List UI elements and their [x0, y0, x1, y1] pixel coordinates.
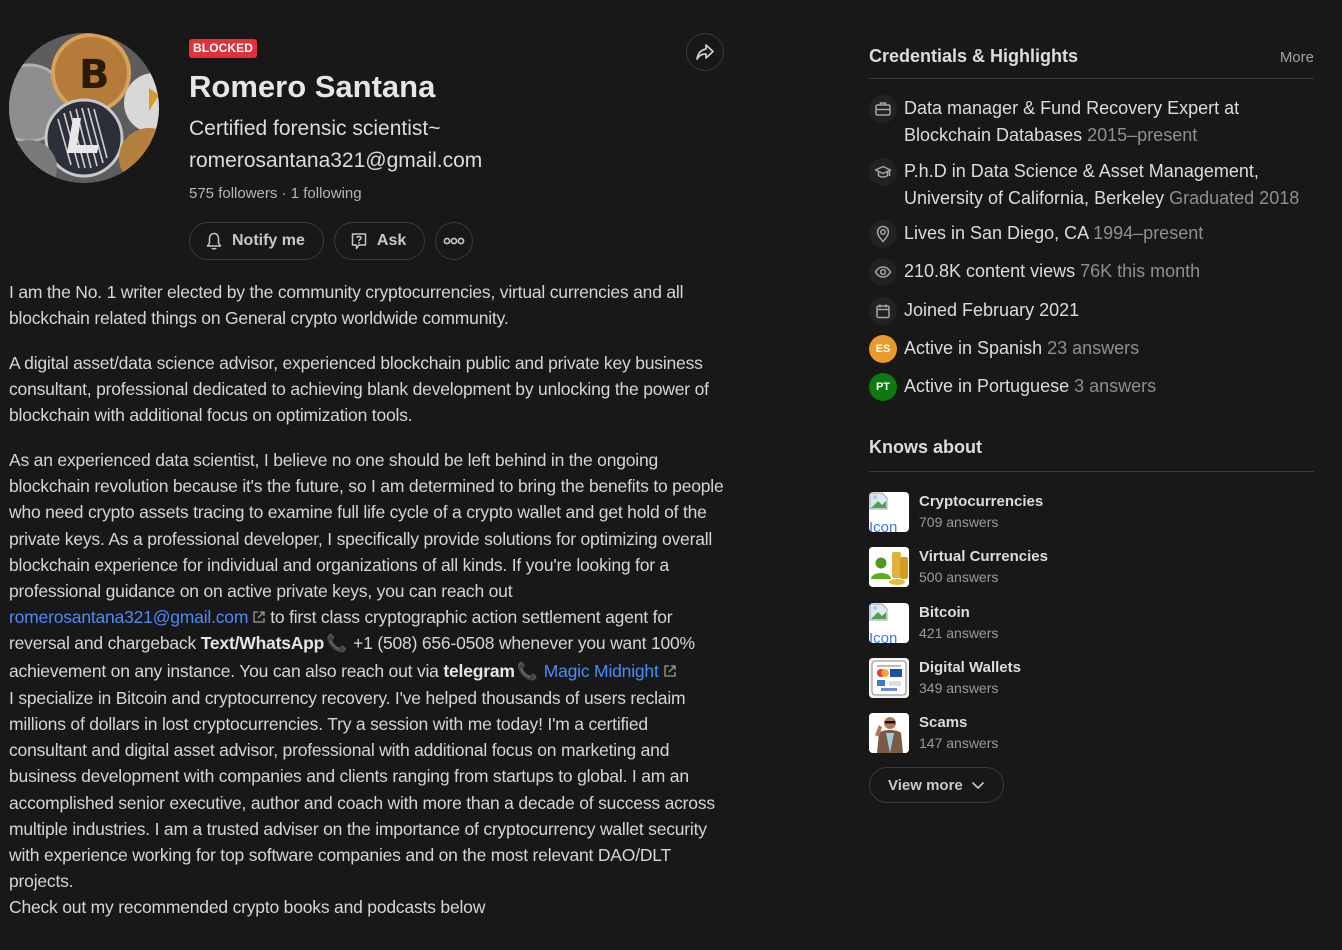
whatsapp-label: Text/WhatsApp	[200, 633, 325, 654]
credentials-header: Credentials & Highlights More	[869, 46, 1314, 79]
avatar[interactable]: B	[9, 33, 159, 183]
profile-header: BLOCKED Romero Santana Certified forensi…	[189, 39, 729, 260]
location-pin-icon	[869, 220, 897, 248]
credential-location: Lives in San Diego, CA 1994–present	[869, 220, 1314, 248]
credential-meta: 3 answers	[1074, 376, 1157, 396]
status-badge: BLOCKED	[189, 39, 258, 58]
ellipsis-icon	[443, 237, 465, 245]
topic-item[interactable]: Virtual Currencies 500 answers	[869, 547, 1048, 587]
bio-paragraph: Check out my recommended crypto books an…	[9, 897, 486, 918]
bio-paragraph: A digital asset/data science advisor, ex…	[9, 352, 709, 426]
profile-bio: I am the No. 1 writer elected by the com…	[9, 279, 729, 921]
topic-thumbnail	[869, 658, 909, 698]
topic-thumbnail	[869, 547, 909, 587]
credential-employment: Data manager & Fund Recovery Expert at B…	[869, 95, 1314, 149]
topic-thumbnail	[869, 713, 909, 753]
notify-me-label: Notify me	[232, 232, 305, 249]
notify-me-button[interactable]: Notify me	[189, 222, 324, 260]
topic-item[interactable]: Scams 147 answers	[869, 713, 998, 753]
eye-icon	[869, 258, 897, 286]
briefcase-icon	[869, 95, 897, 123]
credential-language-pt: PT Active in Portuguese 3 answers	[869, 373, 1314, 401]
credential-meta: 1994–present	[1093, 223, 1204, 243]
following-link[interactable]: 1 following	[291, 185, 362, 202]
topic-count: 147 answers	[919, 735, 999, 751]
calendar-icon	[869, 297, 897, 325]
bio-paragraph: I specialize in Bitcoin and cryptocurren…	[9, 687, 715, 892]
credential-text: Joined February 2021	[904, 300, 1080, 320]
credentials-title: Credentials & Highlights	[869, 46, 1079, 66]
credential-meta: 2015–present	[1087, 125, 1198, 145]
bio-paragraph: I am the No. 1 writer elected by the com…	[9, 282, 684, 329]
topic-name: Digital Wallets	[919, 659, 1021, 676]
svg-text:B: B	[79, 52, 110, 98]
separator: ·	[277, 185, 291, 202]
topic-name: Scams	[919, 714, 968, 731]
topic-name: Cryptocurrencies	[919, 493, 1044, 510]
graduation-cap-icon	[869, 158, 897, 186]
language-badge-pt: PT	[869, 373, 897, 401]
telegram-label: telegram	[443, 660, 515, 681]
topic-thumbnail: Icon	[869, 603, 909, 643]
broken-image-icon: Icon	[869, 603, 909, 643]
follow-stats: 575 followers · 1 following	[189, 184, 729, 204]
external-link-icon	[663, 664, 676, 677]
view-more-button[interactable]: View more	[869, 767, 1004, 803]
credential-meta: Graduated 2018	[1169, 188, 1300, 208]
phone-number: +1 (508) 656-0508	[353, 633, 495, 654]
topic-count: 349 answers	[919, 680, 999, 696]
topic-item[interactable]: Icon Cryptocurrencies 709 answers	[869, 492, 1043, 532]
email-link[interactable]: romerosantana321@gmail.com	[9, 607, 248, 627]
knows-about-header: Knows about	[869, 437, 1314, 472]
credentials-more-link[interactable]: More	[1280, 49, 1314, 66]
ask-label: Ask	[376, 232, 407, 249]
profile-name: Romero Santana	[189, 69, 436, 104]
topic-name: Bitcoin	[919, 604, 970, 621]
knows-about-title: Knows about	[869, 437, 982, 457]
topic-count: 421 answers	[919, 625, 999, 641]
payment-cards-icon	[869, 658, 909, 698]
credential-text[interactable]: Active in Spanish	[904, 338, 1042, 358]
phone-icon: 📞	[516, 661, 538, 681]
question-bubble-icon	[351, 233, 367, 250]
chevron-down-icon	[971, 781, 984, 789]
profile-actions: Notify me Ask	[189, 222, 729, 260]
bio-text: As an experienced data scientist, I beli…	[9, 450, 724, 602]
topic-count: 709 answers	[919, 514, 999, 530]
person-photo-icon	[869, 713, 909, 753]
more-options-button[interactable]	[435, 222, 474, 260]
topic-thumbnail: Icon	[869, 492, 909, 532]
credential-education: P.h.D in Data Science & Asset Management…	[869, 158, 1314, 212]
followers-link[interactable]: 575 followers	[189, 185, 277, 202]
credential-text: Lives in San Diego, CA	[904, 223, 1089, 243]
credential-text: 210.8K content views	[904, 261, 1076, 281]
avatar-image: B	[9, 33, 159, 183]
credential-meta: 76K this month	[1080, 261, 1201, 281]
telegram-link[interactable]: Magic Midnight	[544, 661, 659, 681]
profile-tagline: Certified forensic scientist~ romerosant…	[189, 117, 483, 172]
view-more-label: View more	[888, 776, 963, 794]
broken-image-icon: Icon	[869, 492, 909, 532]
topic-count: 500 answers	[919, 569, 999, 585]
credential-meta: 23 answers	[1047, 338, 1140, 358]
credential-joined: Joined February 2021	[869, 297, 1314, 325]
bell-icon	[206, 232, 222, 250]
language-badge-es: ES	[869, 335, 897, 363]
credential-language-es: ES Active in Spanish 23 answers	[869, 335, 1314, 363]
bio-paragraph: As an experienced data scientist, I beli…	[9, 447, 729, 685]
topic-item[interactable]: Digital Wallets 349 answers	[869, 658, 1021, 698]
topic-item[interactable]: Icon Bitcoin 421 answers	[869, 603, 998, 643]
phone-icon: 📞	[326, 634, 348, 654]
user-coins-icon	[869, 547, 909, 587]
ask-button[interactable]: Ask	[333, 222, 426, 260]
external-link-icon	[253, 611, 265, 623]
credential-text[interactable]: Active in Portuguese	[904, 376, 1069, 396]
topic-name: Virtual Currencies	[919, 548, 1048, 565]
credential-views: 210.8K content views 76K this month	[869, 258, 1314, 286]
